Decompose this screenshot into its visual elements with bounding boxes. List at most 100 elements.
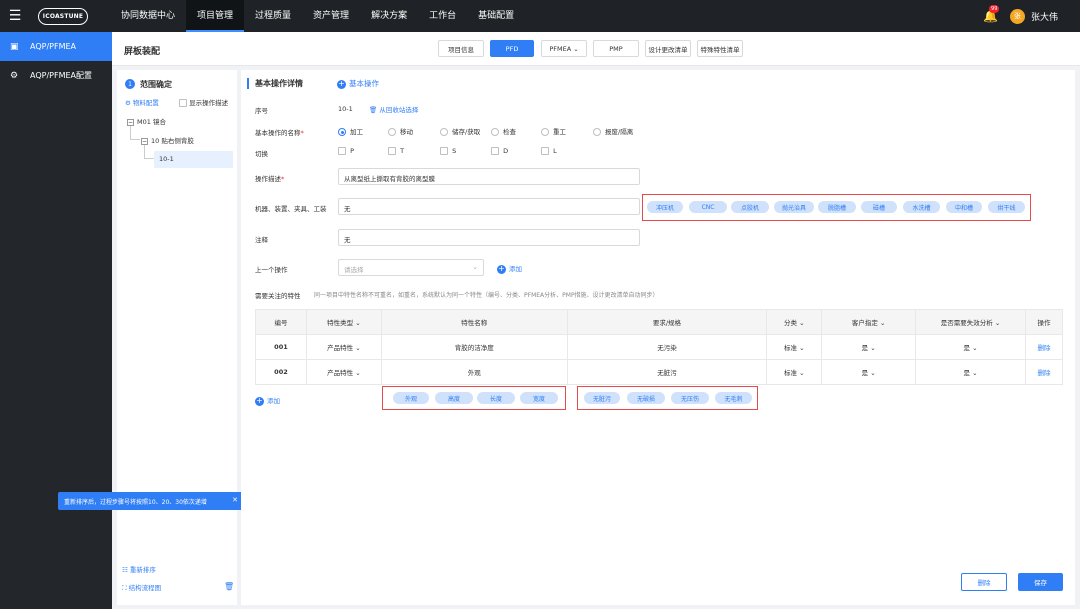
check-d[interactable]: D — [491, 147, 508, 155]
nav-item[interactable]: 协同数据中心 — [110, 0, 186, 32]
tool-tag[interactable]: 抛光治具 — [774, 201, 814, 213]
nav-item[interactable]: 工作台 — [418, 0, 467, 32]
reorder-tooltip: 重新排序后，过程步骤号将按照10、20、30依次递增 ✕ — [58, 492, 244, 510]
nav-item[interactable]: 资产管理 — [302, 0, 360, 32]
check-s[interactable]: S — [440, 147, 456, 155]
radio-rework[interactable]: 重工 — [541, 126, 566, 136]
table-header[interactable]: 分类 ⌄ — [766, 309, 823, 335]
char-hint: 同一项目中特性名称不可重名，如重名，系统默认为同一个特性（编号、分类、PFMEA… — [314, 292, 659, 299]
table-header: 操作 — [1024, 309, 1064, 335]
prev-add-button[interactable]: + 添加 — [497, 263, 522, 274]
check-l[interactable]: L — [541, 147, 557, 155]
table-header: 要求/规格 — [566, 309, 768, 335]
table-header[interactable]: 特性类型 ⌄ — [305, 309, 382, 335]
plus-icon: + — [337, 78, 346, 89]
section-title: 基本操作详情 — [247, 78, 303, 89]
menu-icon[interactable]: ☰ — [0, 0, 30, 32]
spec-tag[interactable]: 无毛刺 — [715, 392, 752, 404]
main-panel: 基本操作详情 + 基本操作 序号 10-1 🗑 从回收站选择 基本操作的名称* 加… — [241, 70, 1075, 605]
switch-label: 切换 — [255, 150, 268, 158]
delete-row-link[interactable]: 删除 — [1024, 359, 1064, 385]
main-nav: 协同数据中心 项目管理 过程质量 资产管理 解决方案 工作台 基础配置 — [110, 0, 525, 32]
note-input[interactable]: 无 — [338, 229, 640, 246]
check-t[interactable]: T — [388, 147, 404, 155]
table-header[interactable]: 客户指定 ⌄ — [821, 309, 917, 335]
char-label: 需要关注的特性 — [255, 292, 301, 300]
bell-icon[interactable]: 🔔 99 — [983, 5, 1000, 23]
gear-icon: ⚙ — [10, 70, 19, 81]
tool-tag[interactable]: 烘干线 — [988, 201, 1025, 213]
checkbox-icon[interactable] — [179, 99, 187, 107]
material-config-link[interactable]: ⚙ 物料配置 — [125, 97, 159, 107]
desc-input[interactable]: 从离型纸上撕取有背胶的离型膜 — [338, 168, 640, 185]
collapse-icon[interactable]: − — [127, 118, 134, 126]
tool-tag[interactable]: 水洗槽 — [903, 201, 940, 213]
avatar[interactable]: 张 — [1009, 8, 1025, 24]
tree-node-10[interactable]: −10 贴右侧背胶 — [141, 135, 194, 145]
show-desc-checkbox[interactable]: 显示操作描述 — [179, 97, 228, 107]
basic-op-button[interactable]: + 基本操作 — [337, 78, 379, 89]
table-add-button[interactable]: + 添加 — [255, 395, 280, 406]
nav-item[interactable]: 解决方案 — [360, 0, 418, 32]
char-tag[interactable]: 宽度 — [520, 392, 558, 404]
delete-row-link[interactable]: 删除 — [1024, 334, 1064, 360]
chevron-down-icon: ⌄ — [472, 263, 478, 271]
save-button[interactable]: 保存 — [1018, 573, 1063, 591]
prev-select[interactable]: 请选择 ⌄ — [338, 259, 484, 276]
spec-tag[interactable]: 无压伤 — [671, 392, 709, 404]
table-row: 002 产品特性 ⌄ 外观 无脏污 标准 ⌄ 是 ⌄ 是 ⌄ 删除 — [255, 359, 1064, 385]
tools-input[interactable]: 无 — [338, 198, 640, 215]
name-label: 基本操作的名称* — [255, 129, 304, 137]
top-bar: ☰ ICOASTUNE 协同数据中心 项目管理 过程质量 资产管理 解决方案 工… — [0, 0, 1080, 32]
tab-project-info[interactable]: 项目信息 — [438, 40, 484, 57]
tool-tag[interactable]: 中和槽 — [946, 201, 982, 213]
close-icon[interactable]: ✕ — [232, 496, 238, 504]
table-header[interactable]: 是否需要失效分析 ⌄ — [915, 309, 1026, 335]
nav-item[interactable]: 基础配置 — [467, 0, 525, 32]
collapse-icon[interactable]: − — [141, 137, 148, 145]
check-p[interactable]: P — [338, 147, 354, 155]
characteristics-table: 编号 特性类型 ⌄ 特性名称 要求/规格 分类 ⌄ 客户指定 ⌄ 是否需要失效分… — [255, 309, 1064, 385]
tab-pmp[interactable]: PMP — [593, 40, 639, 57]
radio-process[interactable]: 加工 — [338, 126, 363, 136]
delete-button[interactable]: 删除 — [961, 573, 1007, 591]
radio-move[interactable]: 移动 — [388, 126, 413, 136]
briefcase-icon: ▣ — [10, 41, 19, 52]
reorder-button[interactable]: ☷ 重新排序 — [122, 564, 156, 574]
tab-design-change[interactable]: 设计更改清单 — [645, 40, 691, 57]
tool-tag[interactable]: 磁槽 — [861, 201, 897, 213]
flowchart-button[interactable]: ⛶ 结构流程图 — [122, 582, 161, 593]
restore-link[interactable]: 🗑 从回收站选择 — [369, 104, 418, 114]
tool-tag[interactable]: 脱脂槽 — [818, 201, 856, 213]
radio-scrap[interactable]: 报废/隔离 — [593, 126, 633, 136]
note-label: 注释 — [255, 236, 268, 244]
nav-item[interactable]: 过程质量 — [244, 0, 302, 32]
tool-tag[interactable]: CNC — [689, 201, 727, 213]
sidebar-item-aqp-pfmea-config[interactable]: ⚙ AQP/PFMEA配置 — [0, 61, 112, 90]
char-tag[interactable]: 高度 — [435, 392, 473, 404]
radio-inspect[interactable]: 检查 — [491, 126, 516, 136]
logo: ICOASTUNE — [38, 7, 88, 25]
tree-node-selected[interactable]: 10-1 — [154, 151, 233, 168]
sidebar: ▣ AQP/PFMEA ⚙ AQP/PFMEA配置 — [0, 32, 112, 609]
spec-tag[interactable]: 无脏污 — [584, 392, 620, 404]
tree-node-m01[interactable]: − M01 镜合 — [127, 116, 166, 126]
tool-tag[interactable]: 冲压机 — [647, 201, 683, 213]
tab-pfd[interactable]: PFD — [490, 40, 534, 57]
radio-store[interactable]: 储存/获取 — [440, 126, 480, 136]
sidebar-item-aqp-pfmea[interactable]: ▣ AQP/PFMEA — [0, 32, 112, 61]
tab-pfmea[interactable]: PFMEA ⌄ — [541, 40, 587, 57]
page-header: 屏板装配 项目信息 PFD PFMEA ⌄ PMP 设计更改清单 特殊特性清单 — [112, 32, 1080, 66]
notification-badge: 99 — [989, 5, 1000, 13]
user-name[interactable]: 张大伟 — [1031, 10, 1058, 23]
trash-icon[interactable]: 🗑 — [224, 582, 234, 591]
nav-item-active[interactable]: 项目管理 — [186, 0, 245, 32]
char-tag[interactable]: 外观 — [393, 392, 429, 404]
step-number: 1 — [125, 79, 135, 89]
seq-label: 序号 — [255, 107, 268, 115]
spec-tag[interactable]: 无破损 — [627, 392, 665, 404]
table-row: 001 产品特性 ⌄ 背胶的洁净度 无污染 标准 ⌄ 是 ⌄ 是 ⌄ 删除 — [255, 334, 1064, 360]
tab-special-char[interactable]: 特殊特性清单 — [697, 40, 743, 57]
char-tag[interactable]: 长度 — [477, 392, 515, 404]
tool-tag[interactable]: 点胶机 — [731, 201, 769, 213]
